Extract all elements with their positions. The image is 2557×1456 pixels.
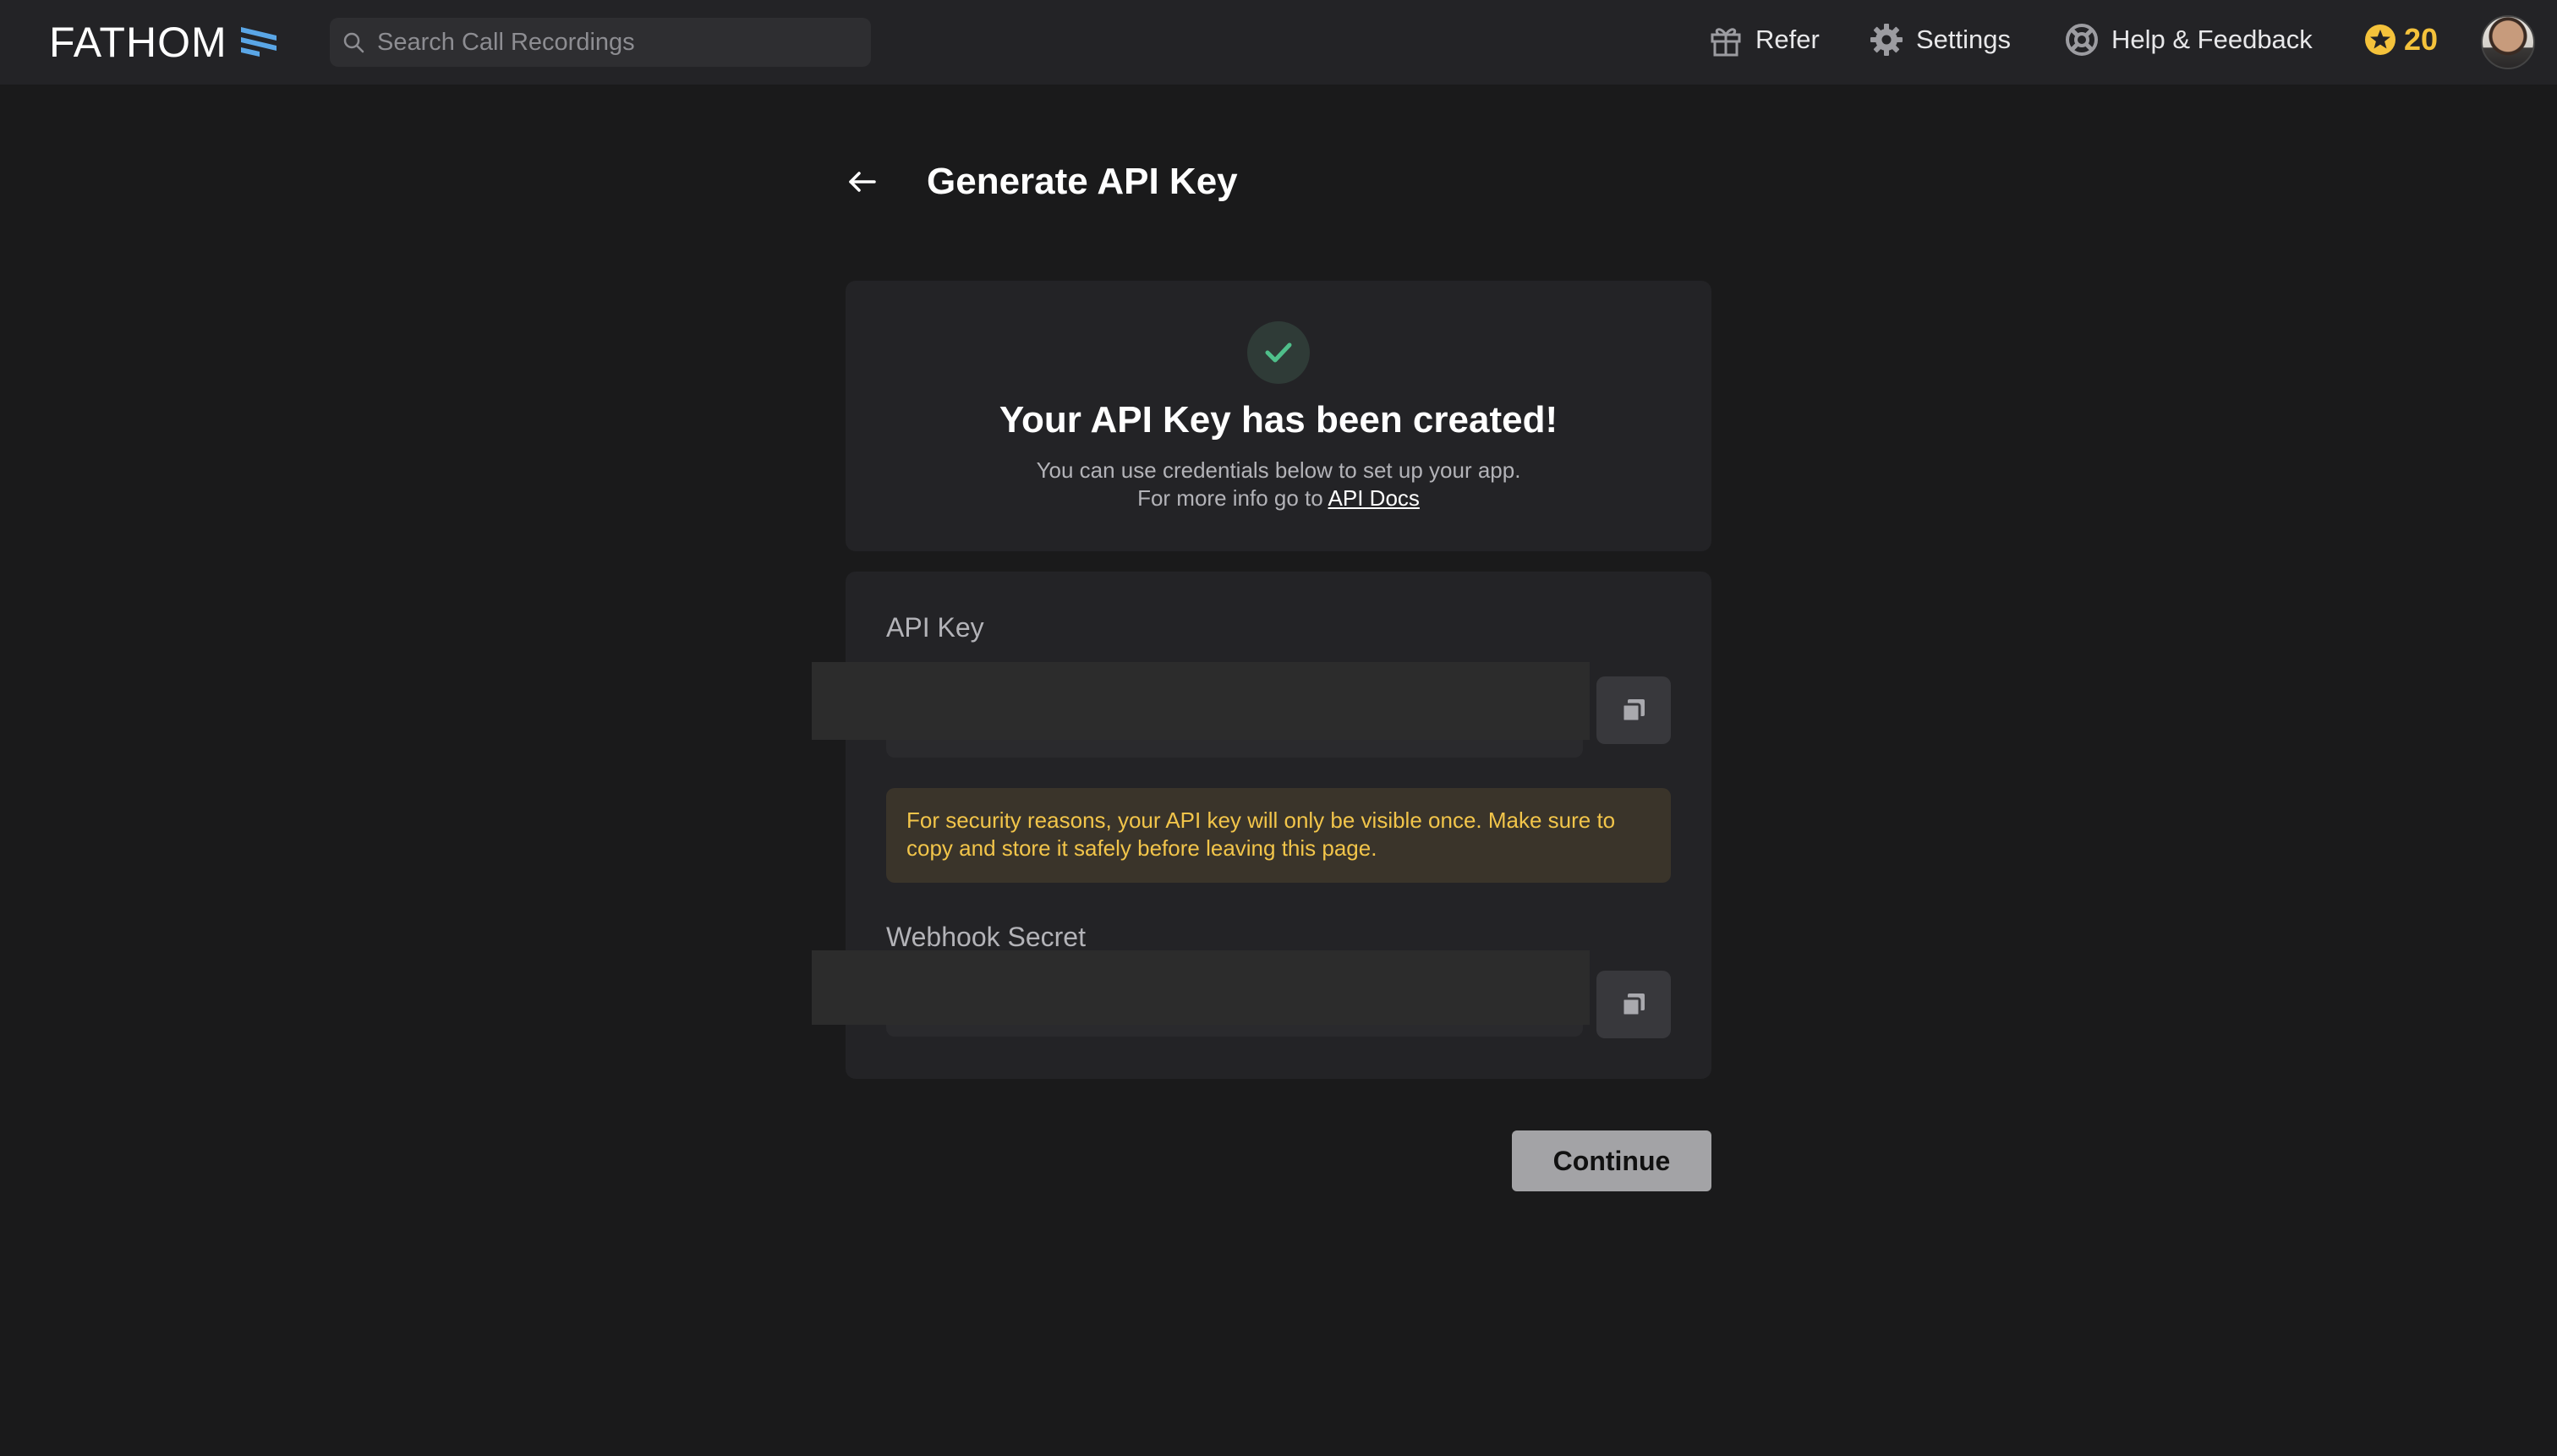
webhook-secret-redaction bbox=[812, 950, 1590, 1025]
logo-text: FATHOM bbox=[49, 19, 227, 66]
api-docs-link[interactable]: API Docs bbox=[1328, 485, 1420, 511]
points-count: 20 bbox=[2404, 22, 2439, 57]
credentials-card: API Key For security reasons, your API k… bbox=[812, 572, 1711, 1079]
continue-button[interactable]: Continue bbox=[1512, 1130, 1711, 1191]
gear-icon bbox=[1870, 24, 1903, 56]
page-title: Generate API Key bbox=[927, 161, 1238, 202]
api-key-label: API Key bbox=[886, 612, 984, 643]
success-line-2: For more info go to API Docs bbox=[846, 484, 1711, 512]
webhook-secret-label: Webhook Secret bbox=[886, 922, 1086, 952]
search-bar[interactable] bbox=[330, 18, 871, 67]
api-key-redaction bbox=[812, 662, 1590, 740]
user-avatar[interactable] bbox=[2481, 15, 2535, 69]
copy-webhook-secret-button[interactable] bbox=[1596, 971, 1671, 1038]
refer-link[interactable]: Refer bbox=[1708, 22, 1820, 57]
copy-icon bbox=[1621, 699, 1645, 723]
lifebuoy-icon bbox=[2066, 24, 2098, 56]
fathom-logo-mark-icon bbox=[240, 27, 277, 57]
docs-prefix: For more info go to bbox=[1137, 485, 1323, 511]
help-feedback-link[interactable]: Help & Feedback bbox=[2064, 22, 2313, 57]
search-input[interactable] bbox=[377, 28, 851, 57]
settings-label: Settings bbox=[1916, 25, 2012, 54]
search-icon bbox=[343, 32, 364, 53]
help-feedback-label: Help & Feedback bbox=[2111, 25, 2313, 54]
top-bar: FATHOM Refer bbox=[0, 0, 2557, 85]
success-card: Your API Key has been created! You can u… bbox=[846, 281, 1711, 551]
success-description: You can use credentials below to set up … bbox=[846, 457, 1711, 512]
settings-link[interactable]: Settings bbox=[1869, 22, 2011, 57]
back-arrow-icon[interactable] bbox=[846, 165, 879, 199]
refer-label: Refer bbox=[1755, 25, 1820, 54]
star-coin-icon bbox=[2365, 25, 2395, 55]
gift-icon bbox=[1711, 28, 1741, 57]
points-badge[interactable]: 20 bbox=[2363, 22, 2438, 57]
page-header: Generate API Key bbox=[846, 152, 1238, 211]
success-check-badge bbox=[1247, 321, 1310, 384]
checkmark-icon bbox=[1265, 342, 1292, 363]
success-title: Your API Key has been created! bbox=[999, 399, 1558, 441]
security-warning: For security reasons, your API key will … bbox=[886, 788, 1671, 883]
copy-api-key-button[interactable] bbox=[1596, 676, 1671, 744]
success-line-1: You can use credentials below to set up … bbox=[1036, 457, 1521, 483]
fathom-logo[interactable]: FATHOM bbox=[49, 17, 278, 68]
copy-icon bbox=[1621, 993, 1645, 1017]
